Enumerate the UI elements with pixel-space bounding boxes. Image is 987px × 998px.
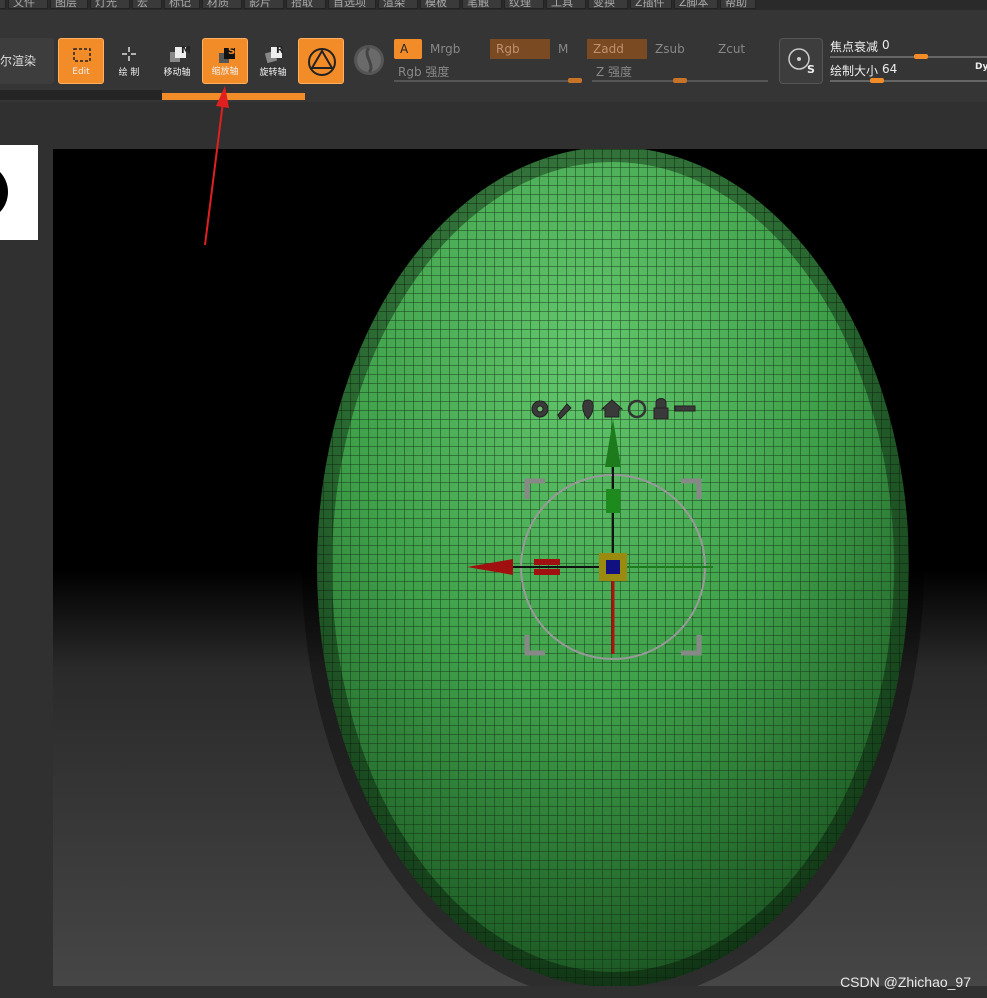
stroke-button[interactable]: S [779, 38, 823, 84]
sphere-toggle-button[interactable] [354, 45, 384, 75]
brush-alpha-icon [0, 163, 8, 221]
annotation-arrow [204, 86, 229, 246]
stroke-key-label: S [807, 63, 815, 76]
z-intensity-label: Z 强度 [596, 65, 633, 79]
rotate-label: 旋转轴 [259, 68, 287, 78]
menu-item[interactable]: 帮助 [720, 0, 756, 9]
progress-strip [0, 90, 162, 100]
focal-shift-knob[interactable] [914, 54, 928, 59]
menu-item[interactable]: 影片 [244, 0, 284, 9]
menu-item[interactable]: 材质 [202, 0, 242, 9]
menu-item[interactable]: Z脚本 [674, 0, 718, 9]
draw-label: 绘 制 [118, 68, 140, 78]
edit-icon [73, 48, 91, 62]
m-toggle[interactable]: M [552, 39, 582, 59]
watermark-text: CSDN @Zhichao_97 [840, 974, 971, 990]
menu-item[interactable]: 拾取 [286, 0, 326, 9]
rotate-button[interactable]: R 旋转轴 [250, 38, 296, 84]
gizmo-button[interactable] [298, 38, 344, 84]
scale-button[interactable]: S 缩放轴 [202, 38, 248, 84]
focal-shift-track [830, 56, 987, 58]
menu-item[interactable]: 笔触 [462, 0, 502, 9]
menu-item[interactable]: 纹理 [504, 0, 544, 9]
menu-item[interactable]: 文件 [8, 0, 48, 9]
draw-size-track [830, 80, 987, 82]
menu-item[interactable]: 模板 [420, 0, 460, 9]
focal-shift-label: 焦点衰减 [830, 40, 879, 54]
draw-button[interactable]: 绘 制 [106, 38, 152, 84]
edit-label: Edit [72, 67, 90, 77]
move-button[interactable]: M 移动轴 [154, 38, 200, 84]
rgb-intensity-knob[interactable] [568, 78, 582, 83]
toolbar: 尔渲染 Edit 绘 制 M 移动轴 S 缩放轴 R 旋转轴 A Mrgb Rg… [0, 10, 987, 102]
menu-item[interactable]: 标记 [164, 0, 200, 9]
menu-item[interactable]: 工具 [546, 0, 586, 9]
brush-thumbnail[interactable] [0, 145, 38, 240]
mrgb-toggle[interactable]: Mrgb [424, 39, 484, 59]
a-toggle[interactable]: A [394, 39, 422, 59]
focal-shift-value[interactable]: 0 [882, 38, 890, 52]
zadd-toggle[interactable]: Zadd [587, 39, 647, 59]
draw-size-knob[interactable] [870, 78, 884, 83]
menu-item[interactable]: 宏 [132, 0, 162, 9]
menu-item[interactable]: 渲染 [378, 0, 418, 9]
render-label: 尔渲染 [0, 54, 37, 68]
document-canvas[interactable] [53, 149, 987, 986]
menu-item[interactable]: 图层 [50, 0, 88, 9]
menu-item[interactable]: 首选项 [328, 0, 376, 9]
rgb-intensity-label: Rgb 强度 [398, 65, 450, 79]
gizmo-icon [308, 48, 336, 76]
rotate-key-label: R [276, 45, 284, 56]
menu-item[interactable]: Z插件 [630, 0, 672, 9]
move-label: 移动轴 [163, 68, 191, 78]
edit-button[interactable]: Edit [58, 38, 104, 84]
render-button[interactable]: 尔渲染 [0, 38, 54, 84]
menu-item[interactable]: 变换 [588, 0, 628, 9]
rgb-intensity-track [394, 80, 582, 82]
menu-item[interactable] [0, 0, 6, 9]
move-key-label: M [181, 45, 191, 56]
draw-icon [122, 47, 136, 61]
draw-size-label: 绘制大小 [830, 64, 879, 78]
rgb-intensity-slider[interactable]: Rgb 强度 [392, 62, 582, 82]
viewport-svg [302, 149, 924, 986]
scale-label: 缩放轴 [211, 67, 239, 77]
zcut-toggle[interactable]: Zcut [712, 39, 772, 59]
z-intensity-knob[interactable] [673, 78, 687, 83]
scale-key-label: S [228, 46, 236, 57]
menu-bar: 文件 图层 灯光宏标记 材质 影片 拾取 首选项 渲染 模板 笔触 纹理 工具 变换 Z插件 Z脚本 帮助 [0, 0, 987, 10]
dynamic-label[interactable]: Dy [975, 62, 987, 72]
lock-icon[interactable] [653, 398, 669, 420]
sphere-icon [357, 46, 381, 74]
rgb-toggle[interactable]: Rgb [490, 39, 550, 59]
zsub-toggle[interactable]: Zsub [649, 39, 709, 59]
menu-item[interactable]: 灯光 [90, 0, 130, 9]
line-icon[interactable] [674, 405, 696, 412]
gear-icon[interactable] [531, 400, 549, 418]
draw-size-value[interactable]: 64 [882, 62, 897, 76]
